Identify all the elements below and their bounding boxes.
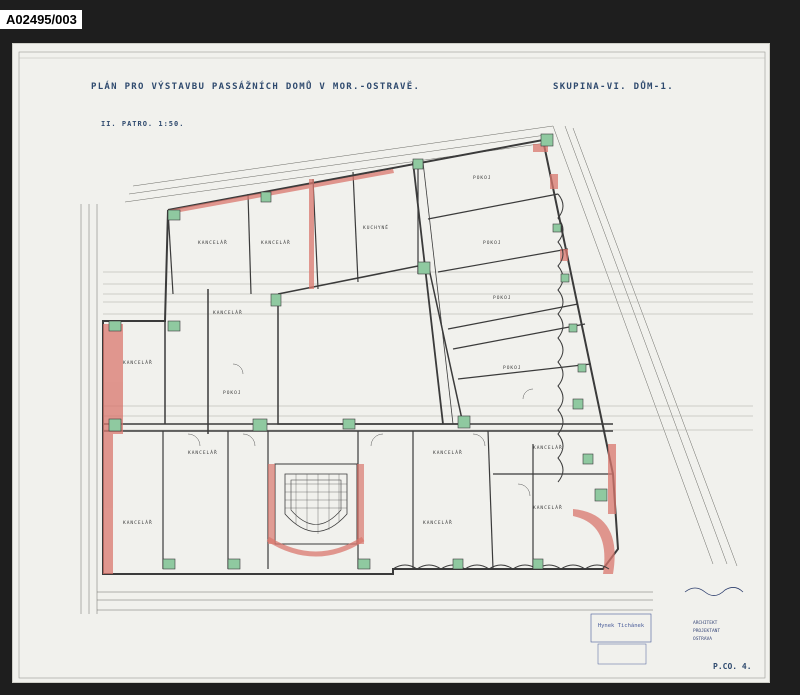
room-labels: KANCELÁŘ KANCELÁŘ KANCELÁŘ KANCELÁŘ POKO… bbox=[123, 175, 563, 526]
room-label: POKOJ bbox=[483, 240, 502, 246]
room-label: KANCELÁŘ bbox=[533, 443, 563, 451]
stamp-line: ARCHITEKT bbox=[693, 620, 718, 626]
room-label: KANCELÁŘ bbox=[533, 503, 563, 511]
sheet-group: SKUPINA-VI. DŮM-1. bbox=[553, 80, 674, 92]
room-label: KANCELÁŘ bbox=[188, 448, 218, 456]
room-label: KANCELÁŘ bbox=[261, 238, 291, 246]
approval-stamp bbox=[597, 643, 647, 665]
room-label: POKOJ bbox=[503, 365, 522, 371]
room-label: KANCELÁŘ bbox=[423, 518, 453, 526]
room-label: KANCELÁŘ bbox=[123, 358, 153, 366]
room-label: POKOJ bbox=[473, 175, 492, 181]
approval-stamps: Hynek Tichánek ARCHITEKT PROJEKTANT OSTR… bbox=[590, 587, 744, 665]
room-label: KANCELÁŘ bbox=[213, 308, 243, 316]
room-label: KANCELÁŘ bbox=[123, 518, 153, 526]
signature-scribble bbox=[684, 587, 744, 596]
courtyard-walls bbox=[103, 263, 613, 434]
staircase bbox=[266, 463, 365, 557]
catalog-id-label: A02495/003 bbox=[0, 10, 82, 29]
stamp-signature: Hynek Tichánek bbox=[598, 622, 645, 629]
room-label: POKOJ bbox=[223, 390, 242, 396]
stamp-line: PROJEKTANT bbox=[693, 628, 720, 634]
sheet-number: P.CO. 4. bbox=[713, 662, 752, 671]
blueprint-sheet: PLÁN PRO VÝSTAVBU PASSÁŽNÍCH DOMŮ V MOR.… bbox=[12, 43, 770, 683]
stamp-line: OSTRAVA bbox=[693, 636, 712, 642]
room-label: KUCHYNĚ bbox=[363, 223, 389, 231]
sheet-title: PLÁN PRO VÝSTAVBU PASSÁŽNÍCH DOMŮ V MOR.… bbox=[91, 80, 420, 92]
room-label: KANCELÁŘ bbox=[433, 448, 463, 456]
room-label: KANCELÁŘ bbox=[198, 238, 228, 246]
floor-plan-drawing: PLÁN PRO VÝSTAVBU PASSÁŽNÍCH DOMŮ V MOR.… bbox=[18, 51, 766, 679]
room-label: POKOJ bbox=[493, 295, 512, 301]
floor-label: II. PATRO. 1:50. bbox=[101, 120, 184, 128]
